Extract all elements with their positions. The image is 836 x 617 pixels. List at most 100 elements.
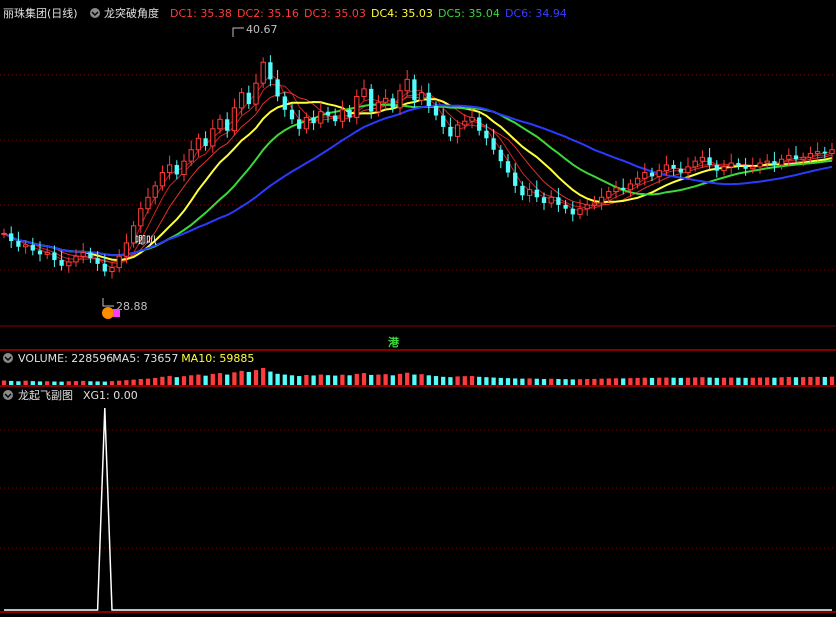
volume-bar — [649, 377, 655, 385]
volume-bar — [203, 375, 208, 385]
volume-bar — [88, 381, 93, 385]
volume-bar — [225, 374, 230, 385]
volume-bar — [491, 377, 496, 385]
volume-bar — [66, 381, 71, 385]
dc-legend-item-6: DC6: 34.94 — [505, 7, 567, 20]
dc-legend-item-4: DC4: 35.03 — [371, 7, 433, 20]
hk-tag: 港 — [388, 335, 400, 349]
volume-bar — [16, 381, 21, 385]
volume-bar — [124, 380, 129, 385]
volume-bar — [808, 376, 813, 385]
volume-bar — [376, 374, 381, 385]
volume-bar — [52, 381, 57, 385]
volume-panel-header: VOLUME: 228596MA5: 73657 MA10: 59885 — [3, 352, 254, 365]
volume-bar — [333, 375, 338, 385]
volume-bar — [484, 377, 489, 385]
volume-bar — [721, 377, 727, 385]
volume-bar — [318, 374, 323, 385]
volume-bar — [570, 379, 575, 385]
volume-bar — [613, 378, 619, 385]
volume-bar — [541, 379, 547, 385]
volume-bar — [153, 377, 158, 385]
volume-bar — [145, 378, 151, 385]
volume-bar — [707, 377, 712, 385]
volume-bar — [693, 377, 698, 385]
volume-bar — [815, 376, 820, 385]
volume-bar — [577, 379, 583, 385]
volume-bar — [757, 377, 763, 385]
volume-bar — [340, 374, 345, 385]
xg1-label: XG1: 0.00 — [83, 389, 138, 402]
volume-bar — [822, 376, 827, 385]
volume-bar — [354, 373, 359, 385]
volume-bar — [462, 376, 467, 385]
volume-bar — [45, 381, 50, 385]
volume-bar — [606, 378, 611, 385]
volume-bar — [657, 377, 662, 385]
volume-bar — [628, 378, 633, 385]
volume-bar — [599, 378, 604, 385]
settings-dropdown-icon[interactable] — [90, 8, 100, 18]
volume-bar — [779, 377, 784, 385]
sub-panel-dropdown-icon[interactable] — [3, 390, 13, 400]
volume-bar — [246, 371, 251, 385]
low-label: 28.88 — [116, 300, 148, 313]
dc-legend-item-5: DC5: 35.04 — [438, 7, 500, 20]
volume-bar — [829, 376, 835, 385]
volume-bar — [261, 368, 266, 385]
volume-bar — [81, 380, 86, 385]
volume-bar — [743, 377, 748, 385]
volume-legend-item-2: MA5: 73657 — [112, 352, 178, 365]
volume-bar — [131, 379, 136, 385]
volume-bar — [167, 376, 172, 385]
volume-bar — [678, 377, 683, 385]
volume-bar — [772, 377, 777, 385]
volume-bar — [9, 380, 14, 385]
volume-bar — [275, 373, 280, 385]
volume-bar — [505, 378, 511, 385]
volume-bar — [383, 374, 388, 385]
volume-bar — [469, 376, 475, 385]
volume-bar — [513, 378, 518, 385]
volume-bar — [585, 379, 590, 385]
volume-bar — [369, 374, 374, 385]
volume-bar — [325, 375, 331, 385]
volume-bar — [239, 370, 244, 385]
volume-legend: VOLUME: 228596MA5: 73657 MA10: 59885 — [18, 352, 254, 365]
volume-bar — [527, 378, 532, 385]
volume-bar — [592, 378, 597, 385]
volume-bar — [232, 372, 237, 385]
volume-bar — [181, 376, 187, 385]
volume-bar — [405, 372, 410, 385]
volume-bar — [1, 380, 7, 385]
volume-bar — [621, 378, 626, 385]
volume-bar — [664, 377, 669, 385]
stock-title: 丽珠集团(日线) — [3, 6, 78, 20]
stock-chart[interactable]: 丽珠集团(日线) 龙突破角度 DC1: 35.38 DC2: 35.16 DC3: … — [0, 0, 836, 617]
volume-bar — [217, 373, 223, 385]
volume-bar — [37, 381, 43, 385]
volume-bar — [750, 377, 755, 385]
volume-legend-item-1: VOLUME: 228596 — [18, 352, 113, 365]
volume-bar — [556, 379, 561, 385]
high-label: 40.67 — [246, 23, 278, 36]
volume-bar — [520, 378, 525, 385]
volume-bar — [59, 381, 64, 385]
dc-legend-item-3: DC3: 35.03 — [304, 7, 366, 20]
volume-bar — [347, 375, 352, 385]
volume-bar — [174, 377, 179, 385]
volume-bar — [801, 377, 806, 385]
volume-bar — [765, 377, 770, 385]
volume-bar — [196, 374, 201, 385]
volume-bar — [426, 375, 431, 385]
volume-dropdown-icon[interactable] — [3, 353, 13, 363]
dc-legend-item-1: DC1: 35.38 — [170, 7, 232, 20]
volume-bar — [433, 376, 439, 385]
volume-bar — [304, 374, 309, 385]
volume-bar — [268, 371, 273, 385]
volume-bar — [700, 377, 705, 385]
volume-legend-item-3: MA10: 59885 — [181, 352, 254, 365]
volume-bar — [448, 377, 453, 385]
volume-bar — [397, 373, 403, 385]
volume-bar — [117, 380, 122, 385]
